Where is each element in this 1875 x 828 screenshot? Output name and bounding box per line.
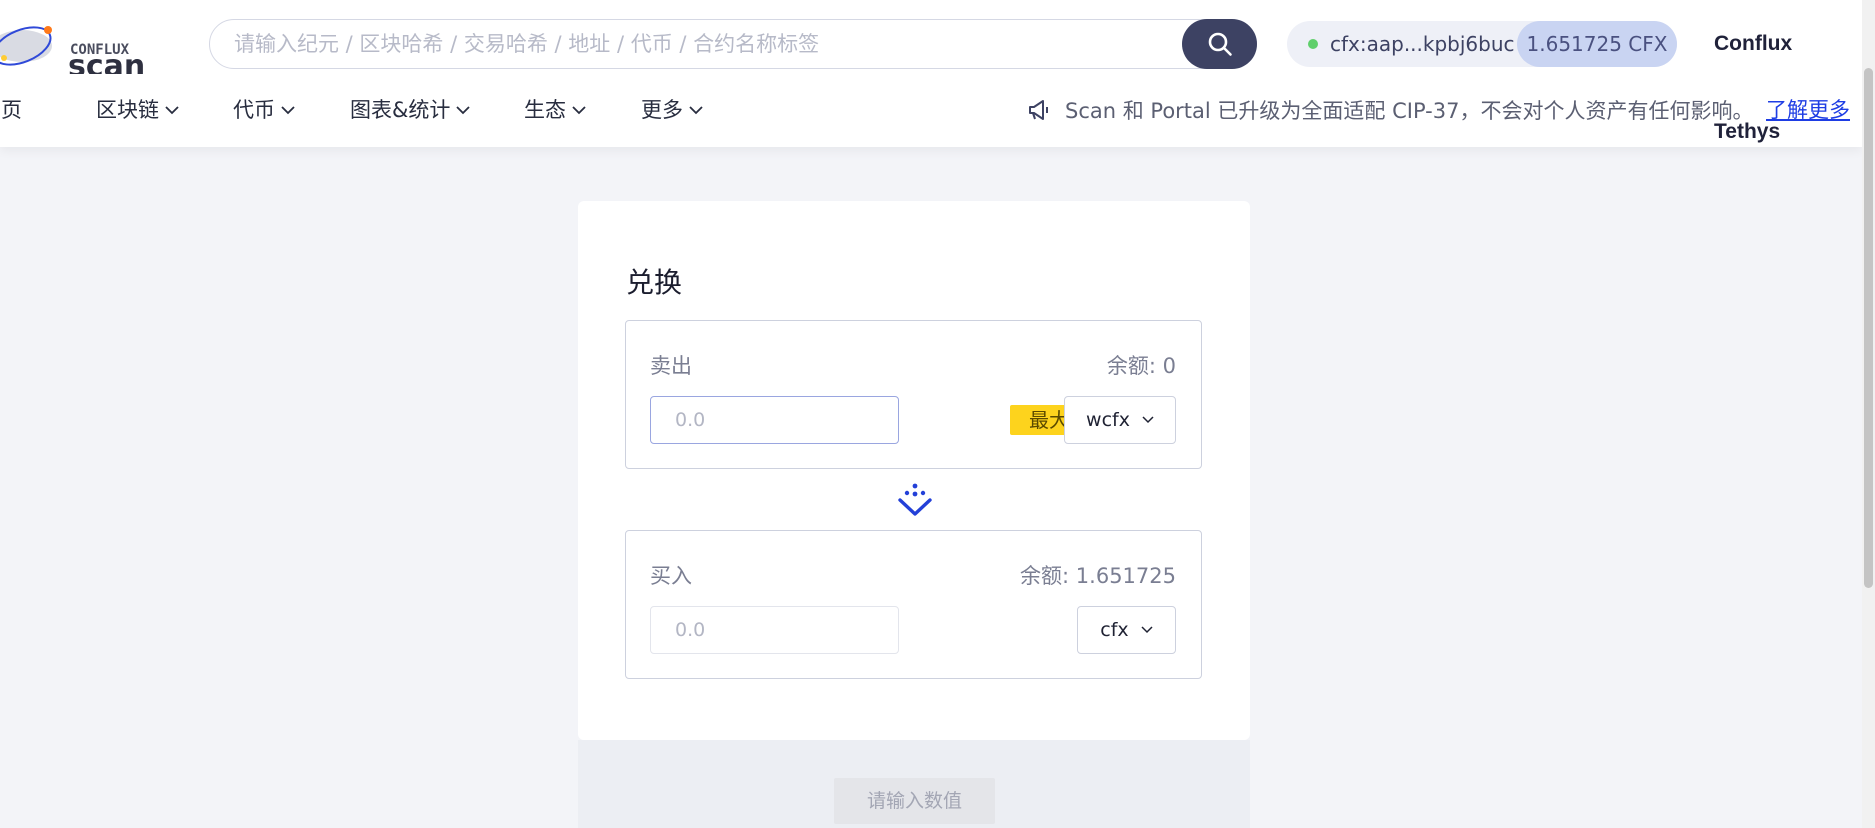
sell-token-select[interactable]: wcfx bbox=[1064, 396, 1176, 444]
conflux-scan-logo[interactable]: CONFLUX scan bbox=[0, 18, 160, 74]
search-input[interactable] bbox=[234, 20, 1164, 68]
swap-direction-icon[interactable] bbox=[897, 483, 933, 517]
nav-tokens-label: 代币 bbox=[233, 98, 275, 122]
search-bar bbox=[209, 19, 1257, 69]
nav-tokens[interactable]: 代币 bbox=[233, 88, 295, 132]
buy-token-select[interactable]: cfx bbox=[1077, 606, 1176, 654]
buy-token-label: cfx bbox=[1100, 619, 1129, 641]
learn-more-link[interactable]: 了解更多 bbox=[1766, 88, 1850, 132]
sell-label: 卖出 bbox=[650, 354, 692, 378]
nav-blockchain[interactable]: 区块链 bbox=[96, 88, 179, 132]
nav-home[interactable]: 首页 bbox=[0, 88, 22, 132]
sell-amount-input[interactable] bbox=[650, 396, 899, 444]
megaphone-icon bbox=[1029, 100, 1048, 120]
buy-panel: 买入 余额: 1.651725 cfx bbox=[625, 530, 1202, 679]
buy-balance: 余额: 1.651725 bbox=[1020, 564, 1176, 588]
wallet-address: cfx:aap...kpbj6buc bbox=[1330, 32, 1515, 56]
nav-more-label: 更多 bbox=[641, 98, 683, 122]
svg-text:scan: scan bbox=[68, 49, 145, 74]
nav-home-label: 首页 bbox=[0, 98, 22, 122]
chevron-down-icon bbox=[281, 105, 295, 114]
sell-panel: 卖出 余额: 0 最大 wcfx bbox=[625, 320, 1202, 469]
wallet-button[interactable]: cfx:aap...kpbj6buc 1.651725 CFX bbox=[1287, 21, 1677, 67]
chevron-down-icon bbox=[1141, 626, 1153, 634]
search-icon bbox=[1208, 32, 1232, 56]
search-button[interactable] bbox=[1182, 19, 1257, 69]
buy-amount-input bbox=[650, 606, 899, 654]
connection-status-dot bbox=[1308, 39, 1318, 49]
nav-charts-label: 图表&统计 bbox=[350, 98, 451, 122]
nav-blockchain-label: 区块链 bbox=[96, 98, 159, 122]
nav-more[interactable]: 更多 bbox=[641, 88, 703, 132]
swap-card: 兑换 卖出 余额: 0 最大 wcfx 买入 余额: 1.651725 cfx bbox=[578, 201, 1250, 740]
scrollbar-thumb[interactable] bbox=[1864, 68, 1873, 588]
nav-ecosystem-label: 生态 bbox=[524, 98, 566, 122]
upgrade-notice: Scan 和 Portal 已升级为全面适配 CIP-37，不会对个人资产有任何… bbox=[1027, 88, 1753, 132]
chevron-down-icon bbox=[572, 105, 586, 114]
site-header: CONFLUX scan cfx:aap...kpbj6buc 1.651725… bbox=[0, 0, 1862, 147]
page-scrollbar[interactable] bbox=[1862, 0, 1875, 828]
submit-button[interactable]: 请输入数值 bbox=[834, 778, 995, 824]
buy-label: 买入 bbox=[650, 564, 692, 588]
sell-balance: 余额: 0 bbox=[1106, 354, 1176, 378]
sell-token-label: wcfx bbox=[1086, 409, 1130, 431]
chevron-down-icon bbox=[456, 105, 471, 114]
wallet-balance: 1.651725 CFX bbox=[1517, 21, 1677, 67]
chevron-down-icon bbox=[689, 105, 703, 114]
nav-charts[interactable]: 图表&统计 bbox=[350, 88, 471, 132]
swap-title: 兑换 bbox=[626, 266, 683, 299]
notice-text: Scan 和 Portal 已升级为全面适配 CIP-37，不会对个人资产有任何… bbox=[1065, 99, 1754, 123]
chevron-down-icon bbox=[165, 105, 179, 114]
nav-ecosystem[interactable]: 生态 bbox=[524, 88, 586, 132]
chevron-down-icon bbox=[1142, 416, 1154, 424]
